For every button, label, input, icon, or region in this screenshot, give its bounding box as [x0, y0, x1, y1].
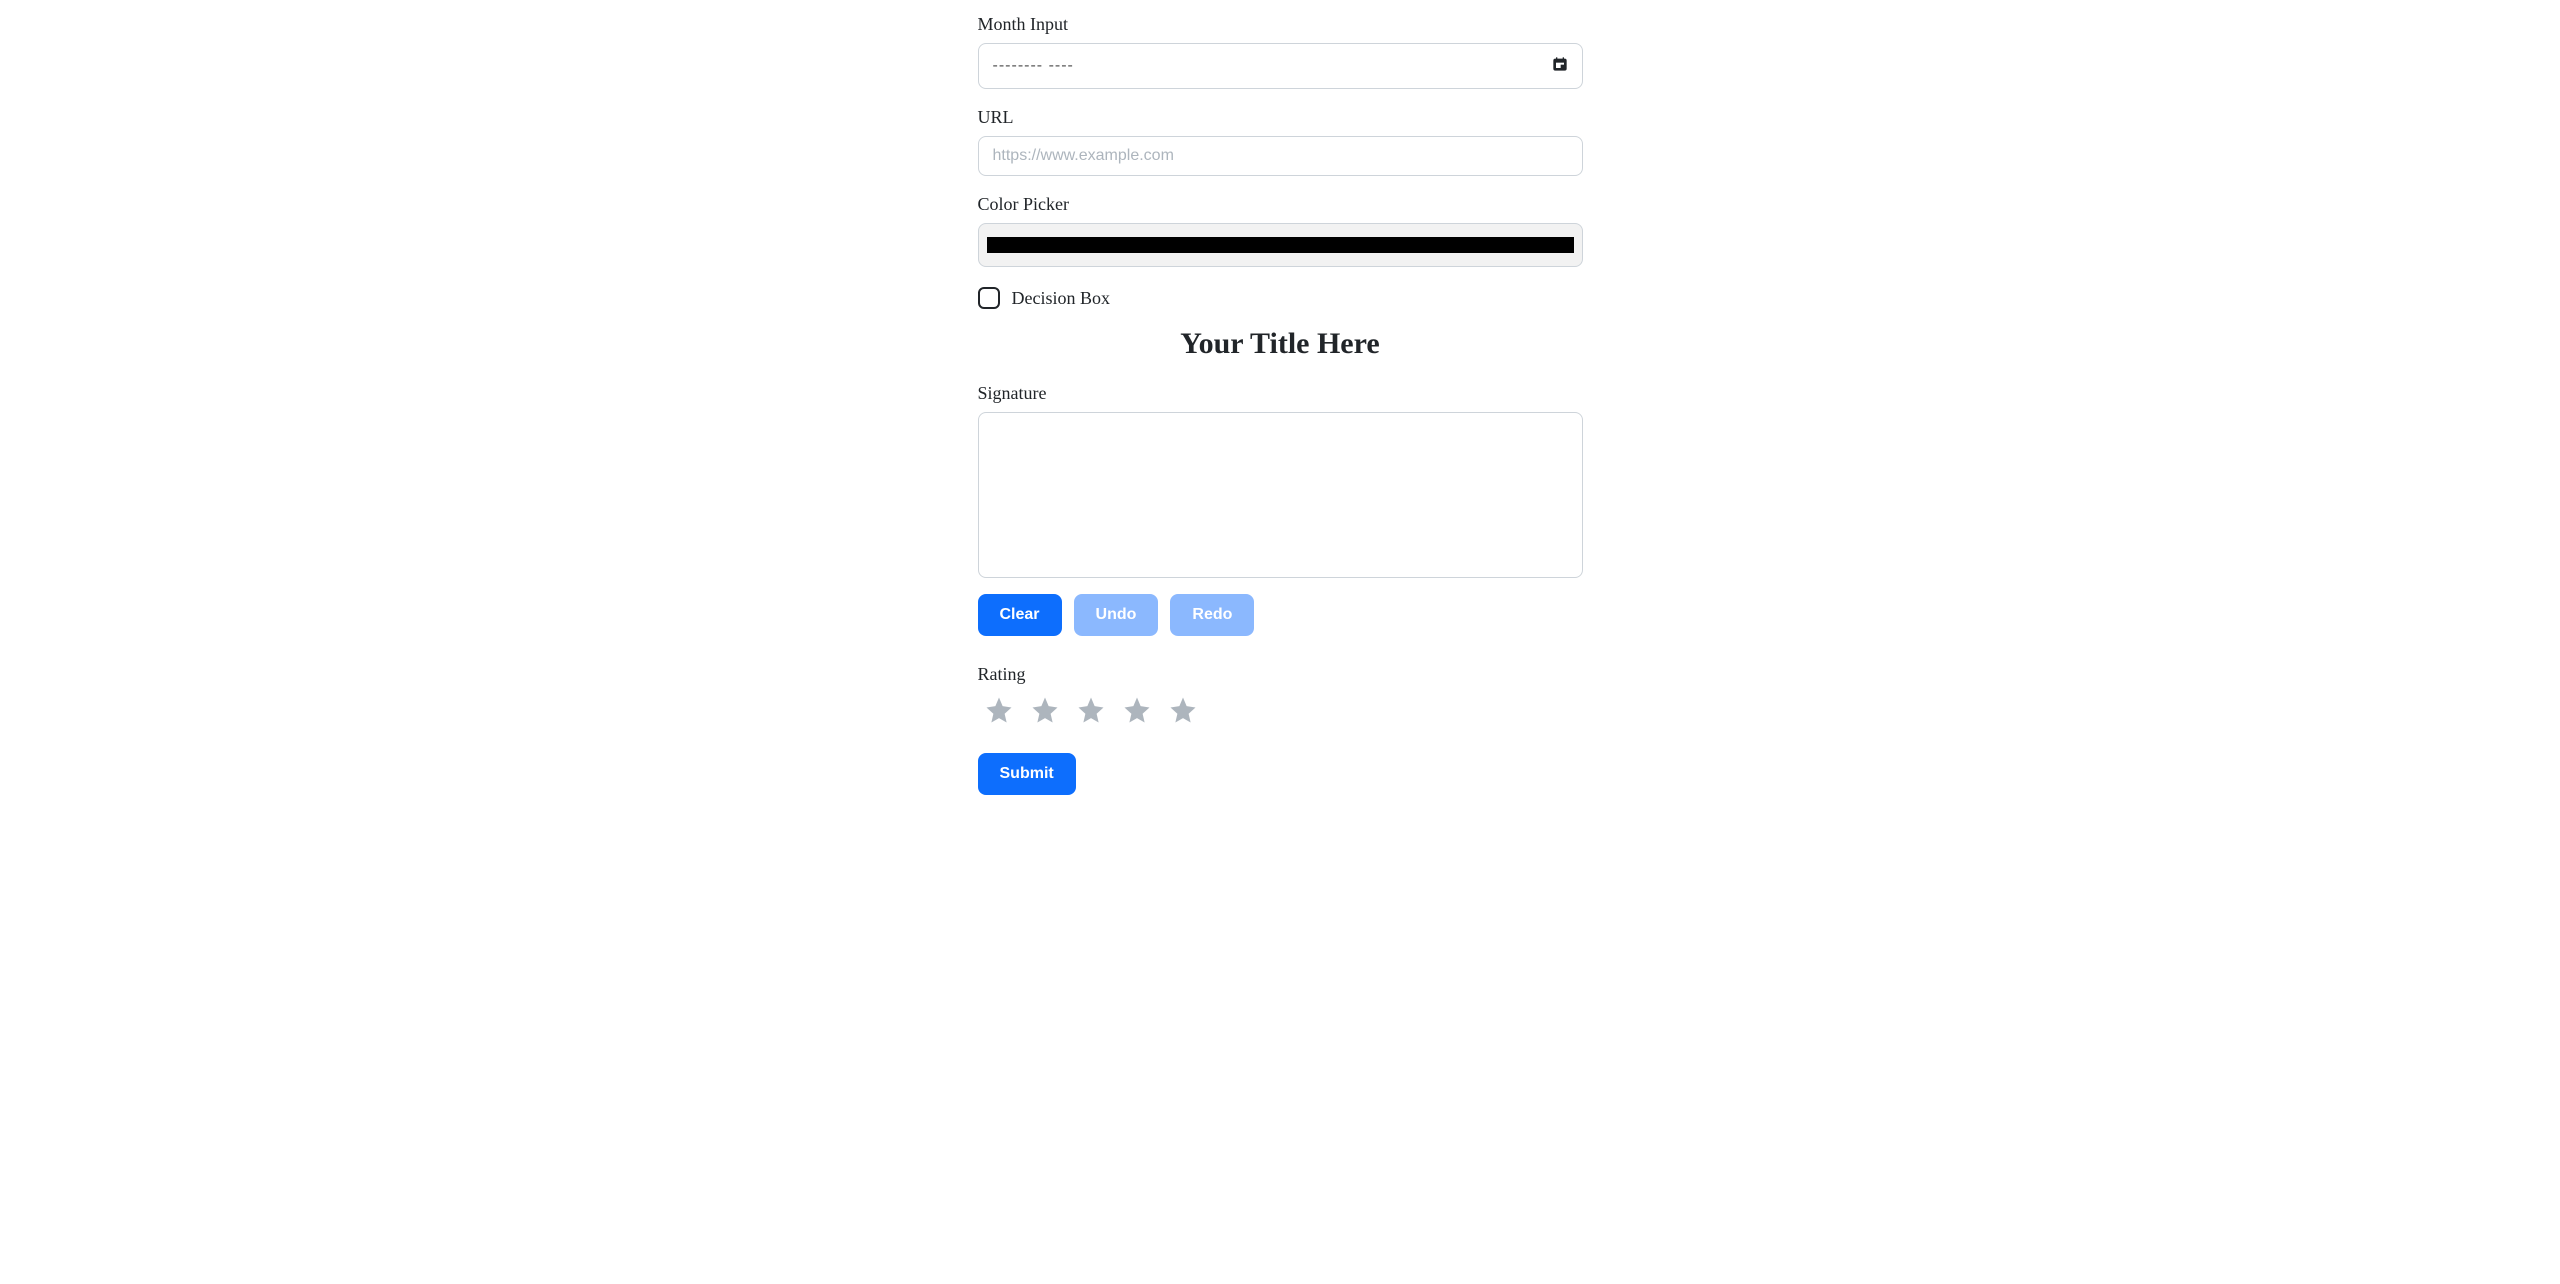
star-icon[interactable]: [984, 695, 1014, 725]
signature-canvas[interactable]: [978, 412, 1583, 578]
star-icon[interactable]: [1030, 695, 1060, 725]
url-input-label: URL: [978, 107, 1583, 128]
color-swatch: [987, 237, 1574, 253]
month-input-placeholder: -------- ----: [993, 57, 1074, 75]
calendar-icon[interactable]: [1552, 56, 1568, 77]
signature-label: Signature: [978, 383, 1583, 404]
rating-stars: [984, 695, 1583, 725]
clear-button[interactable]: Clear: [978, 594, 1062, 636]
month-input-label: Month Input: [978, 14, 1583, 35]
star-icon[interactable]: [1168, 695, 1198, 725]
decision-checkbox-label: Decision Box: [1012, 288, 1111, 309]
star-icon[interactable]: [1122, 695, 1152, 725]
color-picker-label: Color Picker: [978, 194, 1583, 215]
star-icon[interactable]: [1076, 695, 1106, 725]
decision-checkbox[interactable]: [978, 287, 1000, 309]
rating-label: Rating: [978, 664, 1583, 685]
url-input[interactable]: [978, 136, 1583, 176]
month-input[interactable]: -------- ----: [978, 43, 1583, 89]
submit-button[interactable]: Submit: [978, 753, 1076, 795]
color-picker[interactable]: [978, 223, 1583, 267]
redo-button[interactable]: Redo: [1170, 594, 1254, 636]
undo-button[interactable]: Undo: [1074, 594, 1159, 636]
section-title: Your Title Here: [978, 327, 1583, 361]
